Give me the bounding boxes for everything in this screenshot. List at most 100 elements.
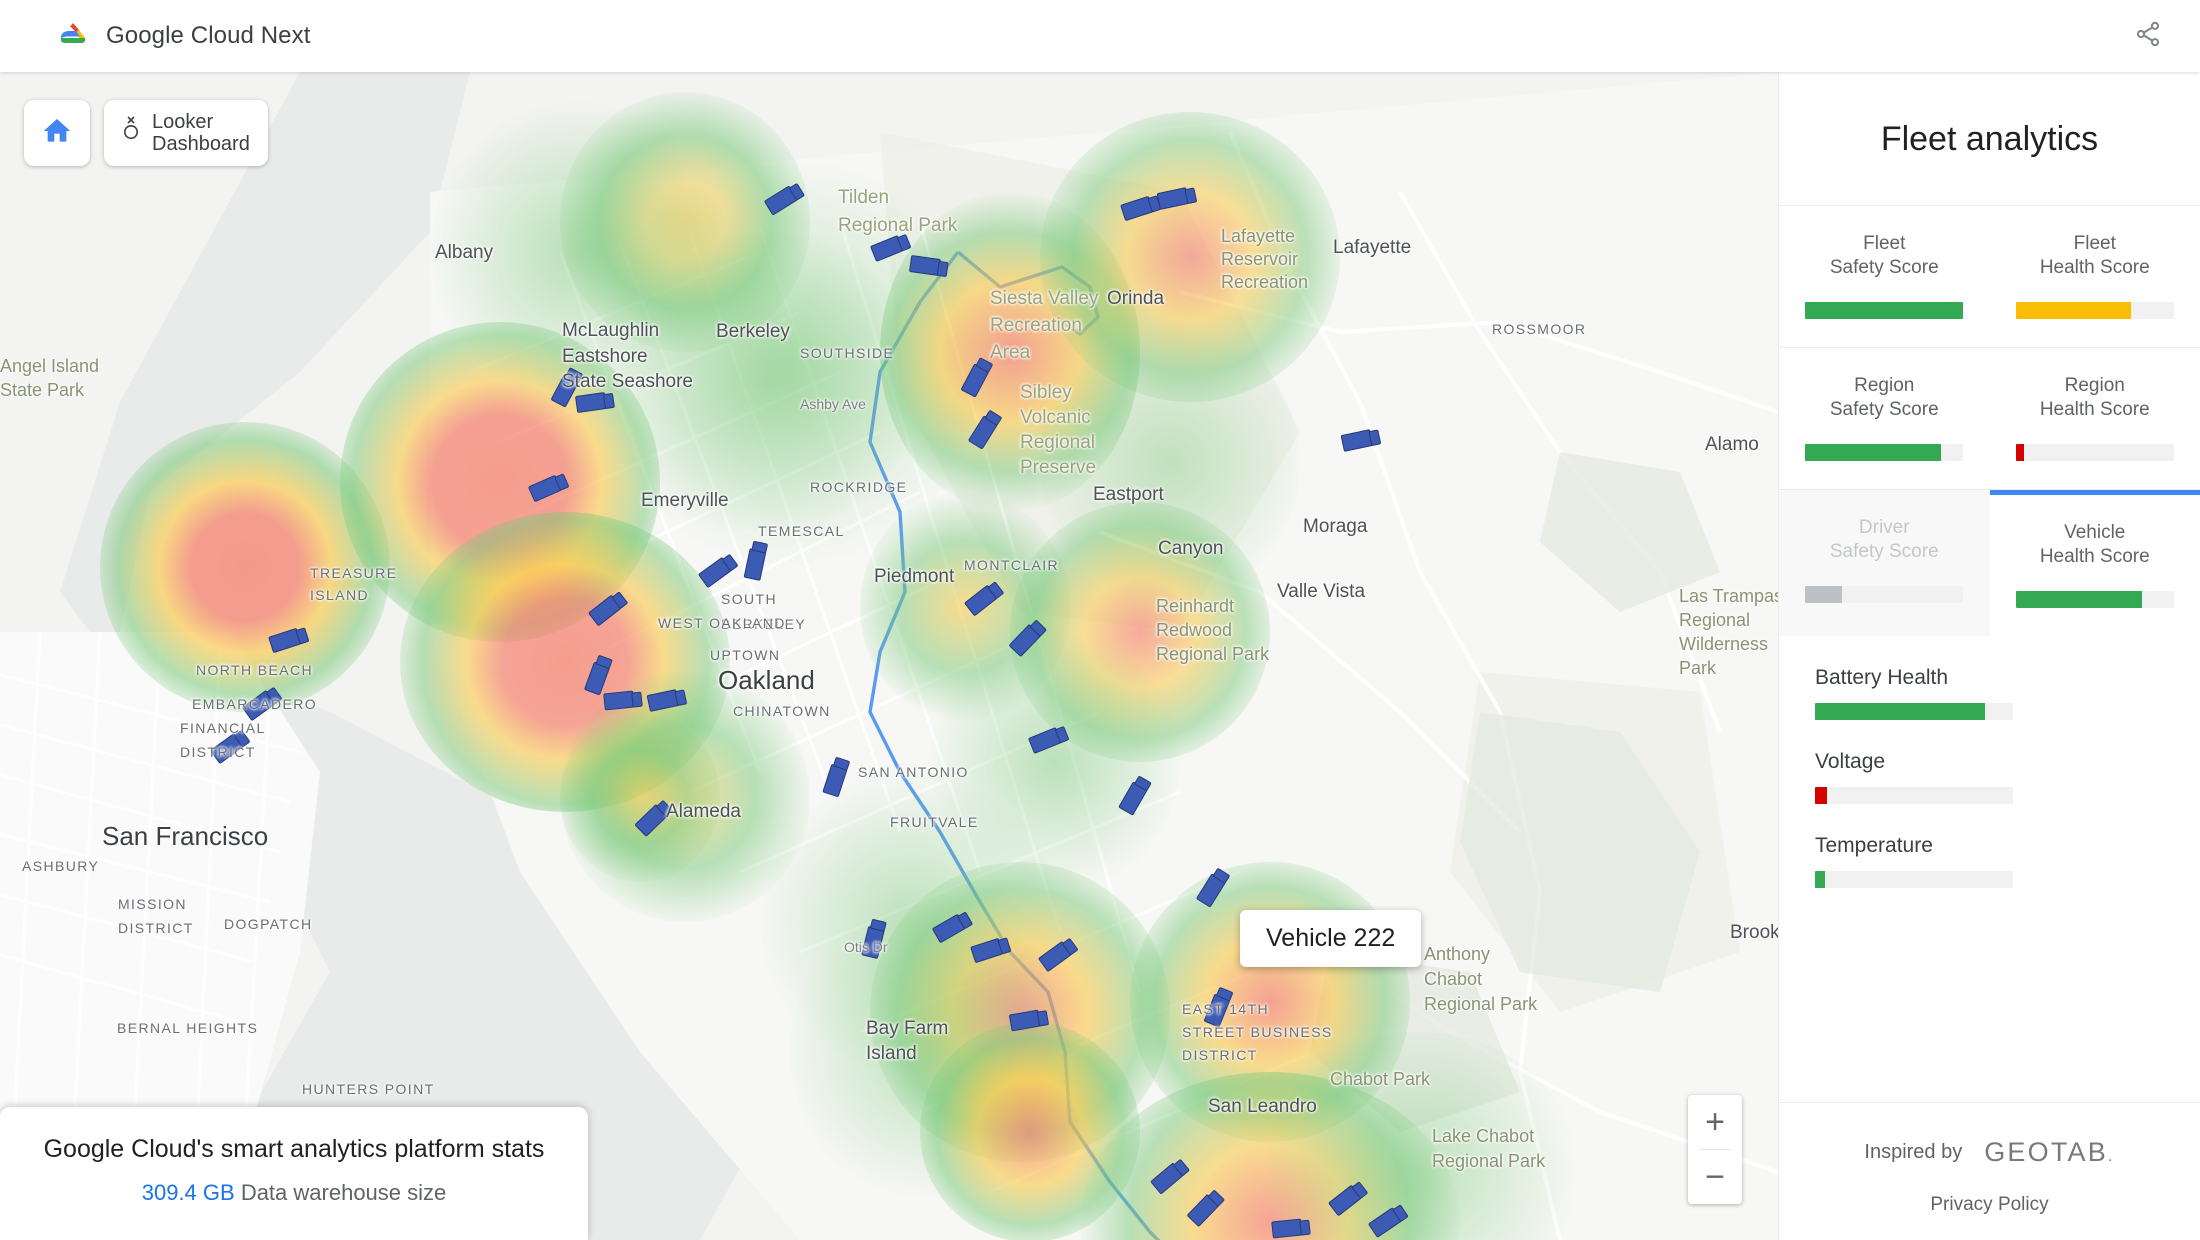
score-progress-fill: [2015, 444, 2024, 461]
vehicle-marker[interactable]: [1271, 1218, 1303, 1239]
score-card[interactable]: Fleet Safety Score: [1779, 206, 1990, 347]
zoom-out-button[interactable]: −: [1688, 1150, 1742, 1204]
map-label: Berkeley: [716, 321, 790, 342]
map-label: Regional: [1679, 610, 1751, 630]
inspired-by-label: Inspired by: [1864, 1141, 1963, 1163]
brand: Google Cloud Next: [56, 20, 310, 53]
score-card[interactable]: Fleet Health Score: [1990, 206, 2200, 347]
score-card[interactable]: Region Safety Score: [1779, 348, 1990, 489]
share-button[interactable]: [2126, 14, 2170, 58]
map-label: Oakland: [718, 665, 815, 695]
app-root: Google Cloud Next Albany Berkeley SOUTHS…: [0, 0, 2200, 1240]
data-warehouse-size-label: Data warehouse size: [240, 1180, 447, 1205]
map-label: State Park: [0, 380, 85, 400]
score-progress-track: [2015, 302, 2174, 319]
map-label: San Leandro: [1208, 1096, 1317, 1117]
score-card-label: Region Health Score: [2039, 375, 2150, 421]
map-label: UPTOWN: [710, 647, 781, 663]
map-label: ISLAND: [310, 587, 369, 603]
map-canvas[interactable]: Albany Berkeley SOUTHSIDE SOUTH BERKELEY Ashb…: [0, 72, 1778, 1240]
map-label: McLaughlin: [562, 320, 660, 341]
map-label: San Francisco: [102, 821, 269, 851]
score-progress-track: [2015, 591, 2174, 608]
map-label: NORTH BEACH: [196, 662, 314, 678]
map-label: Wilderness: [1679, 634, 1769, 654]
map-label: Area: [990, 342, 1031, 363]
score-card[interactable]: Vehicle Health Score: [1989, 490, 2200, 636]
top-bar: Google Cloud Next: [0, 0, 2200, 72]
map-label: Sibley: [1020, 382, 1072, 403]
metric-progress-track: [1815, 787, 2013, 804]
zoom-controls: + −: [1688, 1095, 1742, 1204]
body: Albany Berkeley SOUTHSIDE SOUTH BERKELEY Ashb…: [0, 72, 2200, 1240]
metric-item: Battery Health: [1815, 666, 2200, 720]
geotab-logo: GEOTAB.: [1984, 1137, 2115, 1167]
score-card[interactable]: Driver Safety Score: [1779, 490, 1990, 636]
score-progress-fill: [1805, 586, 1842, 603]
score-progress-track: [2015, 444, 2174, 461]
map-label: Lake Chabot: [1432, 1126, 1535, 1146]
score-row: Region Safety Score Region Health Score: [1779, 348, 2200, 489]
home-icon: [41, 115, 73, 152]
score-card-label: Fleet Safety Score: [1829, 233, 1939, 279]
metric-item: Voltage: [1815, 750, 2200, 804]
map-label: Regional Park: [1156, 644, 1270, 664]
privacy-policy-link[interactable]: Privacy Policy: [1779, 1194, 2200, 1216]
metric-label: Voltage: [1815, 750, 1886, 773]
map-label: Redwood: [1156, 620, 1233, 640]
map-label: State Seashore: [562, 371, 693, 392]
score-card[interactable]: Region Health Score: [1990, 348, 2200, 489]
looker-dashboard-label: Looker Dashboard: [152, 110, 250, 155]
map-label: DISTRICT: [180, 744, 256, 760]
metric-progress-track: [1815, 703, 2013, 720]
map-label: Recreation: [1221, 272, 1309, 292]
home-button[interactable]: [24, 100, 90, 166]
map-label: DISTRICT: [118, 920, 194, 936]
map-label: Siesta Valley: [990, 288, 1099, 309]
score-progress-fill: [2015, 302, 2132, 319]
score-card-label: Region Safety Score: [1829, 375, 1939, 421]
map-label: Valle Vista: [1277, 581, 1366, 602]
map-label: FINANCIAL: [180, 720, 266, 736]
map-label: Lafayette: [1333, 237, 1412, 258]
score-cards-container: Fleet Safety Score Fleet Health Score Region…: [1779, 206, 2200, 636]
platform-stats-card: Google Cloud's smart analytics platform …: [0, 1107, 588, 1240]
metric-progress-fill: [1815, 871, 1825, 888]
map-label: Chabot Park: [1330, 1069, 1431, 1089]
score-progress-track: [1805, 586, 1964, 603]
map-label: STREET BUSINESS: [1182, 1024, 1333, 1040]
score-card-label: Vehicle Health Score: [2039, 522, 2150, 568]
score-progress-track: [1805, 302, 1964, 319]
map-label: MONTCLAIR: [964, 557, 1060, 573]
panel-footer: Inspired by GEOTAB. Privacy Policy: [1779, 1102, 2200, 1240]
fleet-analytics-panel: Fleet analytics Fleet Safety Score Fleet He…: [1778, 72, 2200, 1240]
map-label: WEST OAKLAND: [658, 615, 786, 631]
share-icon: [2134, 20, 2162, 53]
map-label: TREASURE: [310, 565, 398, 581]
map-label: Recreation: [990, 315, 1082, 336]
map-label: TEMESCAL: [758, 523, 845, 539]
map-label: Preserve: [1020, 457, 1097, 478]
metric-label: Temperature: [1815, 834, 1933, 857]
map-label: DISTRICT: [1182, 1047, 1258, 1063]
stats-line: 309.4 GB Data warehouse size: [22, 1180, 566, 1206]
looker-logo-icon: [122, 115, 144, 151]
zoom-in-button[interactable]: +: [1688, 1095, 1742, 1149]
map-label: Reservoir: [1221, 249, 1299, 269]
map-label: Anthony: [1424, 944, 1491, 964]
map-label: Brookshire: [1730, 922, 1778, 943]
brand-title: Google Cloud Next: [106, 22, 311, 49]
score-row: Fleet Safety Score Fleet Health Score: [1779, 206, 2200, 347]
map-label: Canyon: [1158, 538, 1224, 559]
map-label: Alamo: [1705, 434, 1759, 455]
score-progress-fill: [1805, 302, 1964, 319]
vehicle-marker[interactable]: [603, 690, 635, 711]
google-cloud-logo-icon: [56, 20, 90, 53]
map-label: BERNAL HEIGHTS: [117, 1020, 259, 1036]
score-row: Driver Safety Score Vehicle Health Score: [1779, 490, 2200, 636]
map-label: EMBARCADERO: [192, 696, 318, 712]
map-label: ROSSMOOR: [1492, 321, 1587, 337]
panel-spacer: [1779, 918, 2200, 1102]
map-label: Ashby Ave: [800, 396, 866, 412]
looker-dashboard-button[interactable]: Looker Dashboard: [104, 100, 268, 166]
